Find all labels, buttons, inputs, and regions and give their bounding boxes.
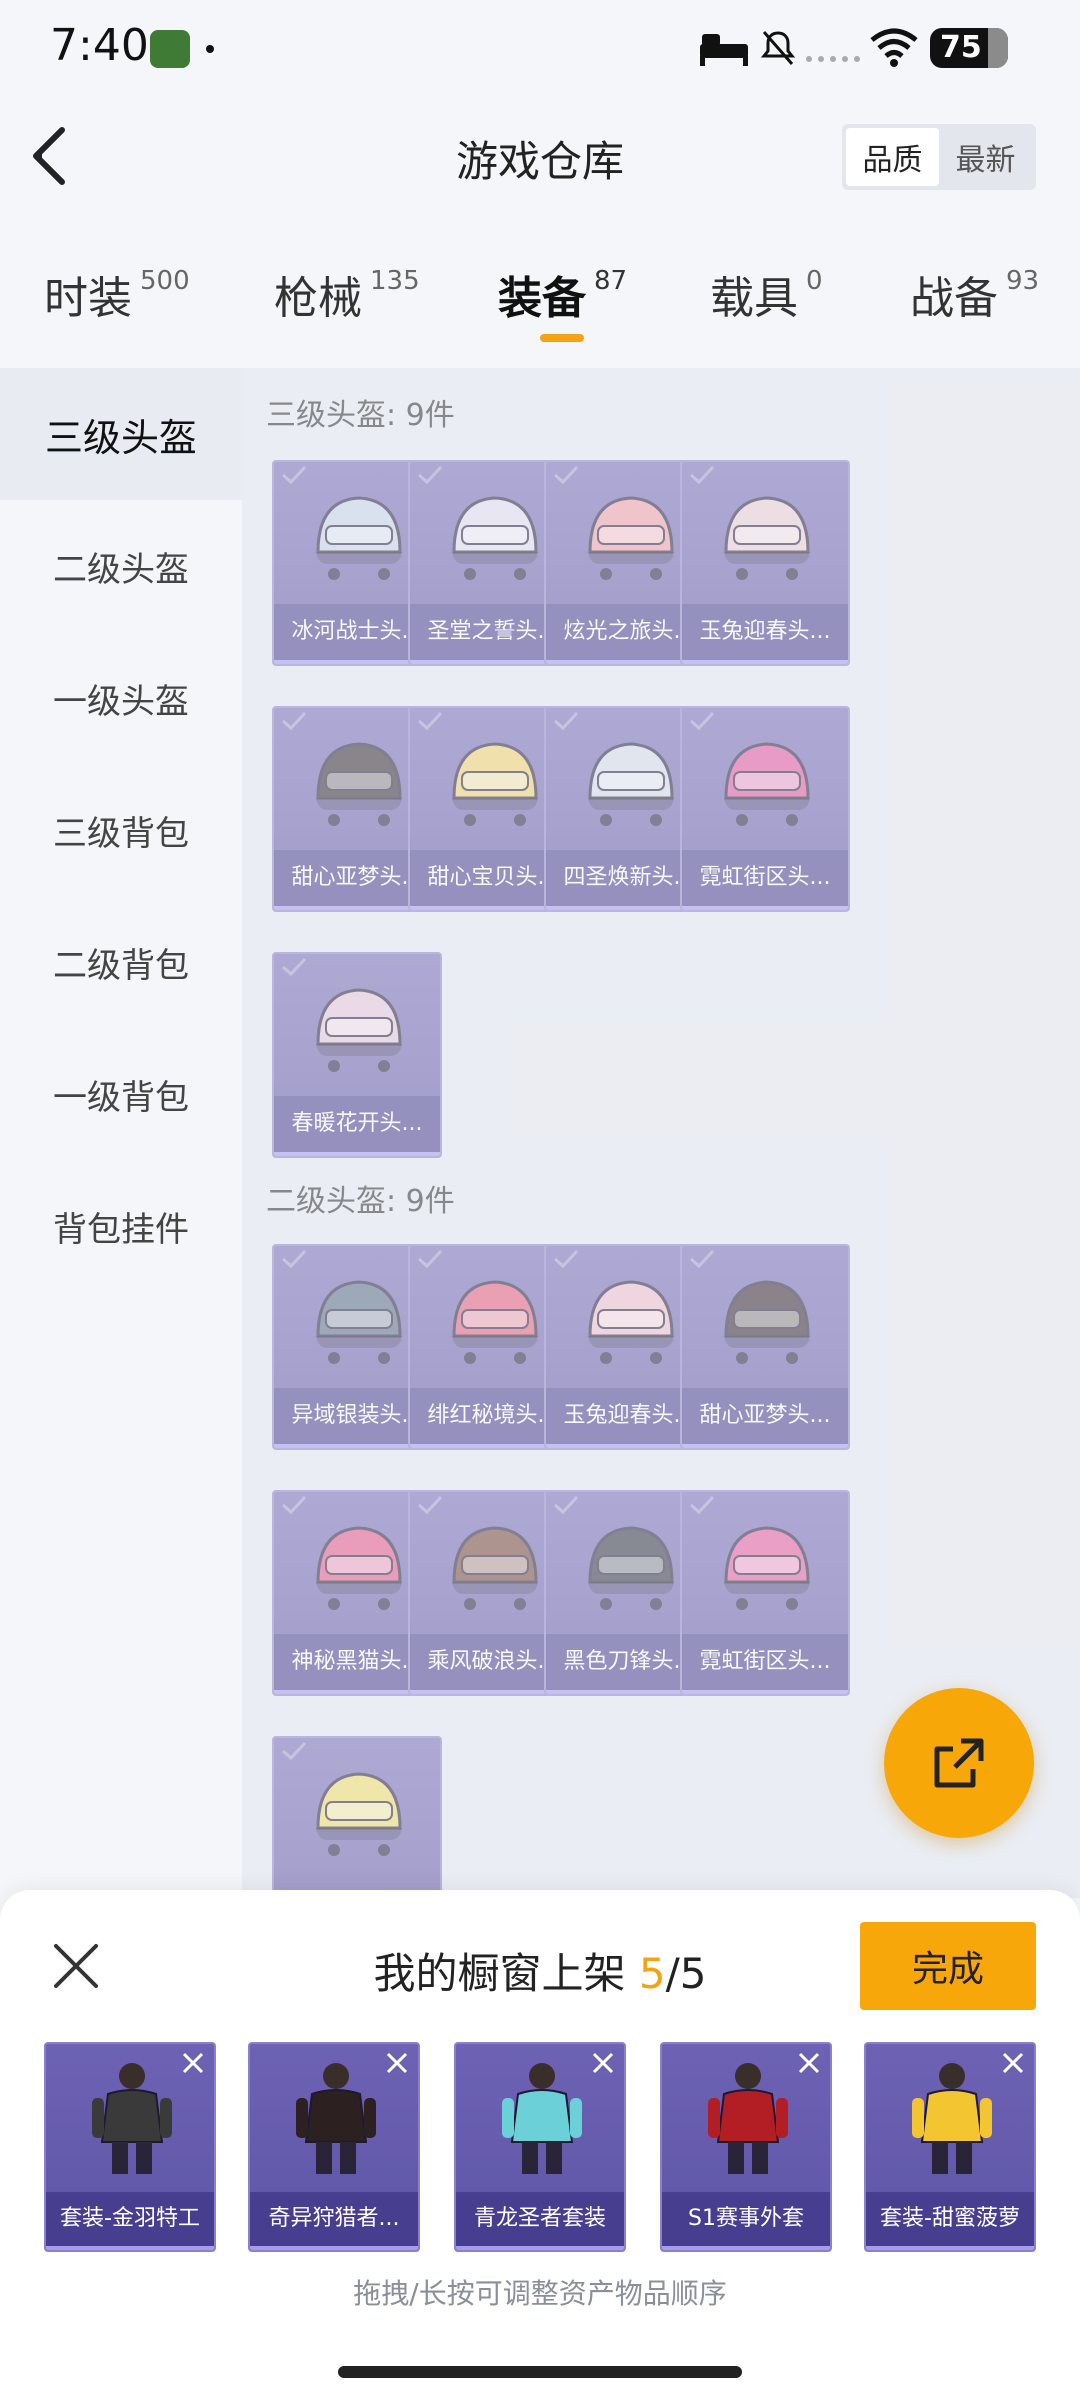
item-name: 玉兔迎春头... <box>682 604 848 664</box>
item-name: 霓虹街区头... <box>682 1634 848 1694</box>
helmet-icon <box>576 482 686 592</box>
item-card[interactable]: 春暖花开头... <box>272 952 442 1158</box>
item-name: 霓虹街区头... <box>682 850 848 910</box>
tab-fashion[interactable]: 时装 500 <box>44 262 190 326</box>
tab-count: 135 <box>370 266 420 296</box>
helmet-icon <box>304 482 414 592</box>
outfit-icon <box>698 2058 798 2178</box>
helmet-icon <box>712 728 822 838</box>
tab-vehicles[interactable]: 载具 0 <box>710 262 823 326</box>
showcase-item-name: 套装-金羽特工 <box>46 2192 214 2250</box>
sort-toggle[interactable]: 品质 最新 <box>842 124 1036 190</box>
showcase-item[interactable]: 套装-金羽特工 <box>44 2042 216 2252</box>
remove-icon[interactable] <box>180 2050 206 2076</box>
showcase-total: /5 <box>665 1949 707 1998</box>
tab-label: 装备 <box>498 273 586 324</box>
showcase-title-text: 我的橱窗上架 <box>373 1949 639 1998</box>
tab-count: 500 <box>140 266 190 296</box>
section-title: 三级头盔: 9件 <box>266 398 455 433</box>
notification-dot-icon <box>206 45 214 53</box>
tab-label: 枪械 <box>274 273 362 324</box>
item-card[interactable]: 玉兔迎春头... <box>680 460 850 666</box>
tab-label: 载具 <box>710 273 798 324</box>
remove-icon[interactable] <box>796 2050 822 2076</box>
sort-option-newest[interactable]: 最新 <box>939 128 1032 186</box>
outfit-icon <box>286 2058 386 2178</box>
showcase-item-name: 套装-甜蜜菠萝 <box>866 2192 1034 2250</box>
helmet-icon <box>304 1266 414 1376</box>
reorder-hint: 拖拽/长按可调整资产物品顺序 <box>353 2277 727 2310</box>
item-name: 甜心亚梦头... <box>682 1388 848 1448</box>
tab-combat-gear[interactable]: 战备 93 <box>910 262 1039 326</box>
sidebar-item-level3-backpack[interactable]: 三级背包 <box>0 764 242 896</box>
battery-indicator: 75 <box>930 28 1008 68</box>
helmet-icon <box>304 1758 414 1868</box>
home-indicator[interactable] <box>338 2366 742 2378</box>
status-bar: 7:40 75 <box>0 0 1080 96</box>
item-card[interactable]: 霓虹街区头... <box>680 706 850 912</box>
tab-count: 87 <box>594 266 628 296</box>
tab-count: 0 <box>806 266 823 296</box>
outfit-icon <box>82 2058 182 2178</box>
helmet-icon <box>440 1266 550 1376</box>
helmet-icon <box>576 1512 686 1622</box>
helmet-icon <box>304 1512 414 1622</box>
tab-label: 时装 <box>44 273 132 324</box>
helmet-icon <box>440 1512 550 1622</box>
sidebar-item-level2-backpack[interactable]: 二级背包 <box>0 896 242 1028</box>
helmet-icon <box>304 728 414 838</box>
showcase-item-name: S1赛事外套 <box>662 2192 830 2250</box>
sidebar-item-level3-helmet[interactable]: 三级头盔 <box>0 368 242 500</box>
tab-count: 93 <box>1006 266 1040 296</box>
showcase-item[interactable]: 奇异狩猎者... <box>248 2042 420 2252</box>
outfit-icon <box>492 2058 592 2178</box>
showcase-item[interactable]: 套装-甜蜜菠萝 <box>864 2042 1036 2252</box>
helmet-icon <box>440 728 550 838</box>
helmet-icon <box>576 728 686 838</box>
sleep-mode-icon <box>700 34 748 66</box>
sidebar-item-level1-backpack[interactable]: 一级背包 <box>0 1028 242 1160</box>
tab-equipment[interactable]: 装备 87 <box>498 262 627 326</box>
mute-bell-icon <box>760 31 796 65</box>
wifi-icon <box>870 28 918 67</box>
remove-icon[interactable] <box>1000 2050 1026 2076</box>
showcase-item[interactable]: S1赛事外套 <box>660 2042 832 2252</box>
item-name: 春暖花开头... <box>274 1096 440 1156</box>
helmet-icon <box>576 1266 686 1376</box>
showcase-count: 5 <box>638 1949 666 1998</box>
app-notification-icon <box>150 30 190 68</box>
active-tab-indicator <box>540 334 584 342</box>
sort-option-quality[interactable]: 品质 <box>846 128 939 186</box>
sidebar-item-backpack-charm[interactable]: 背包挂件 <box>0 1160 242 1292</box>
outfit-icon <box>902 2058 1002 2178</box>
sidebar-item-level1-helmet[interactable]: 一级头盔 <box>0 632 242 764</box>
share-button[interactable] <box>884 1688 1034 1838</box>
sidebar-item-level2-helmet[interactable]: 二级头盔 <box>0 500 242 632</box>
showcase-item-name: 奇异狩猎者... <box>250 2192 418 2250</box>
showcase-item-name: 青龙圣者套装 <box>456 2192 624 2250</box>
subcategory-sidebar: 三级头盔 二级头盔 一级头盔 三级背包 二级背包 一级背包 背包挂件 <box>0 368 242 1898</box>
helmet-icon <box>440 482 550 592</box>
item-card[interactable]: 霓虹街区头... <box>680 1490 850 1696</box>
tab-label: 战备 <box>910 273 998 324</box>
category-tabs: 时装 500 枪械 135 装备 87 载具 0 战备 93 <box>0 250 1080 350</box>
showcase-item[interactable]: 青龙圣者套装 <box>454 2042 626 2252</box>
helmet-icon <box>712 1512 822 1622</box>
tab-guns[interactable]: 枪械 135 <box>274 262 420 326</box>
signal-dots-icon <box>806 56 860 62</box>
done-button[interactable]: 完成 <box>860 1922 1036 2010</box>
remove-icon[interactable] <box>590 2050 616 2076</box>
helmet-icon <box>712 1266 822 1376</box>
remove-icon[interactable] <box>384 2050 410 2076</box>
helmet-icon <box>304 974 414 1084</box>
section-title: 二级头盔: 9件 <box>266 1184 455 1219</box>
item-grid: 三级头盔: 9件 冰河战士头... 圣堂之誓头... 炫光之旅头... 玉兔迎春头..… <box>242 368 1080 1898</box>
external-share-icon <box>934 1738 984 1788</box>
helmet-icon <box>712 482 822 592</box>
item-card[interactable] <box>272 1736 442 1898</box>
status-time: 7:40 <box>50 20 149 71</box>
item-card[interactable]: 甜心亚梦头... <box>680 1244 850 1450</box>
